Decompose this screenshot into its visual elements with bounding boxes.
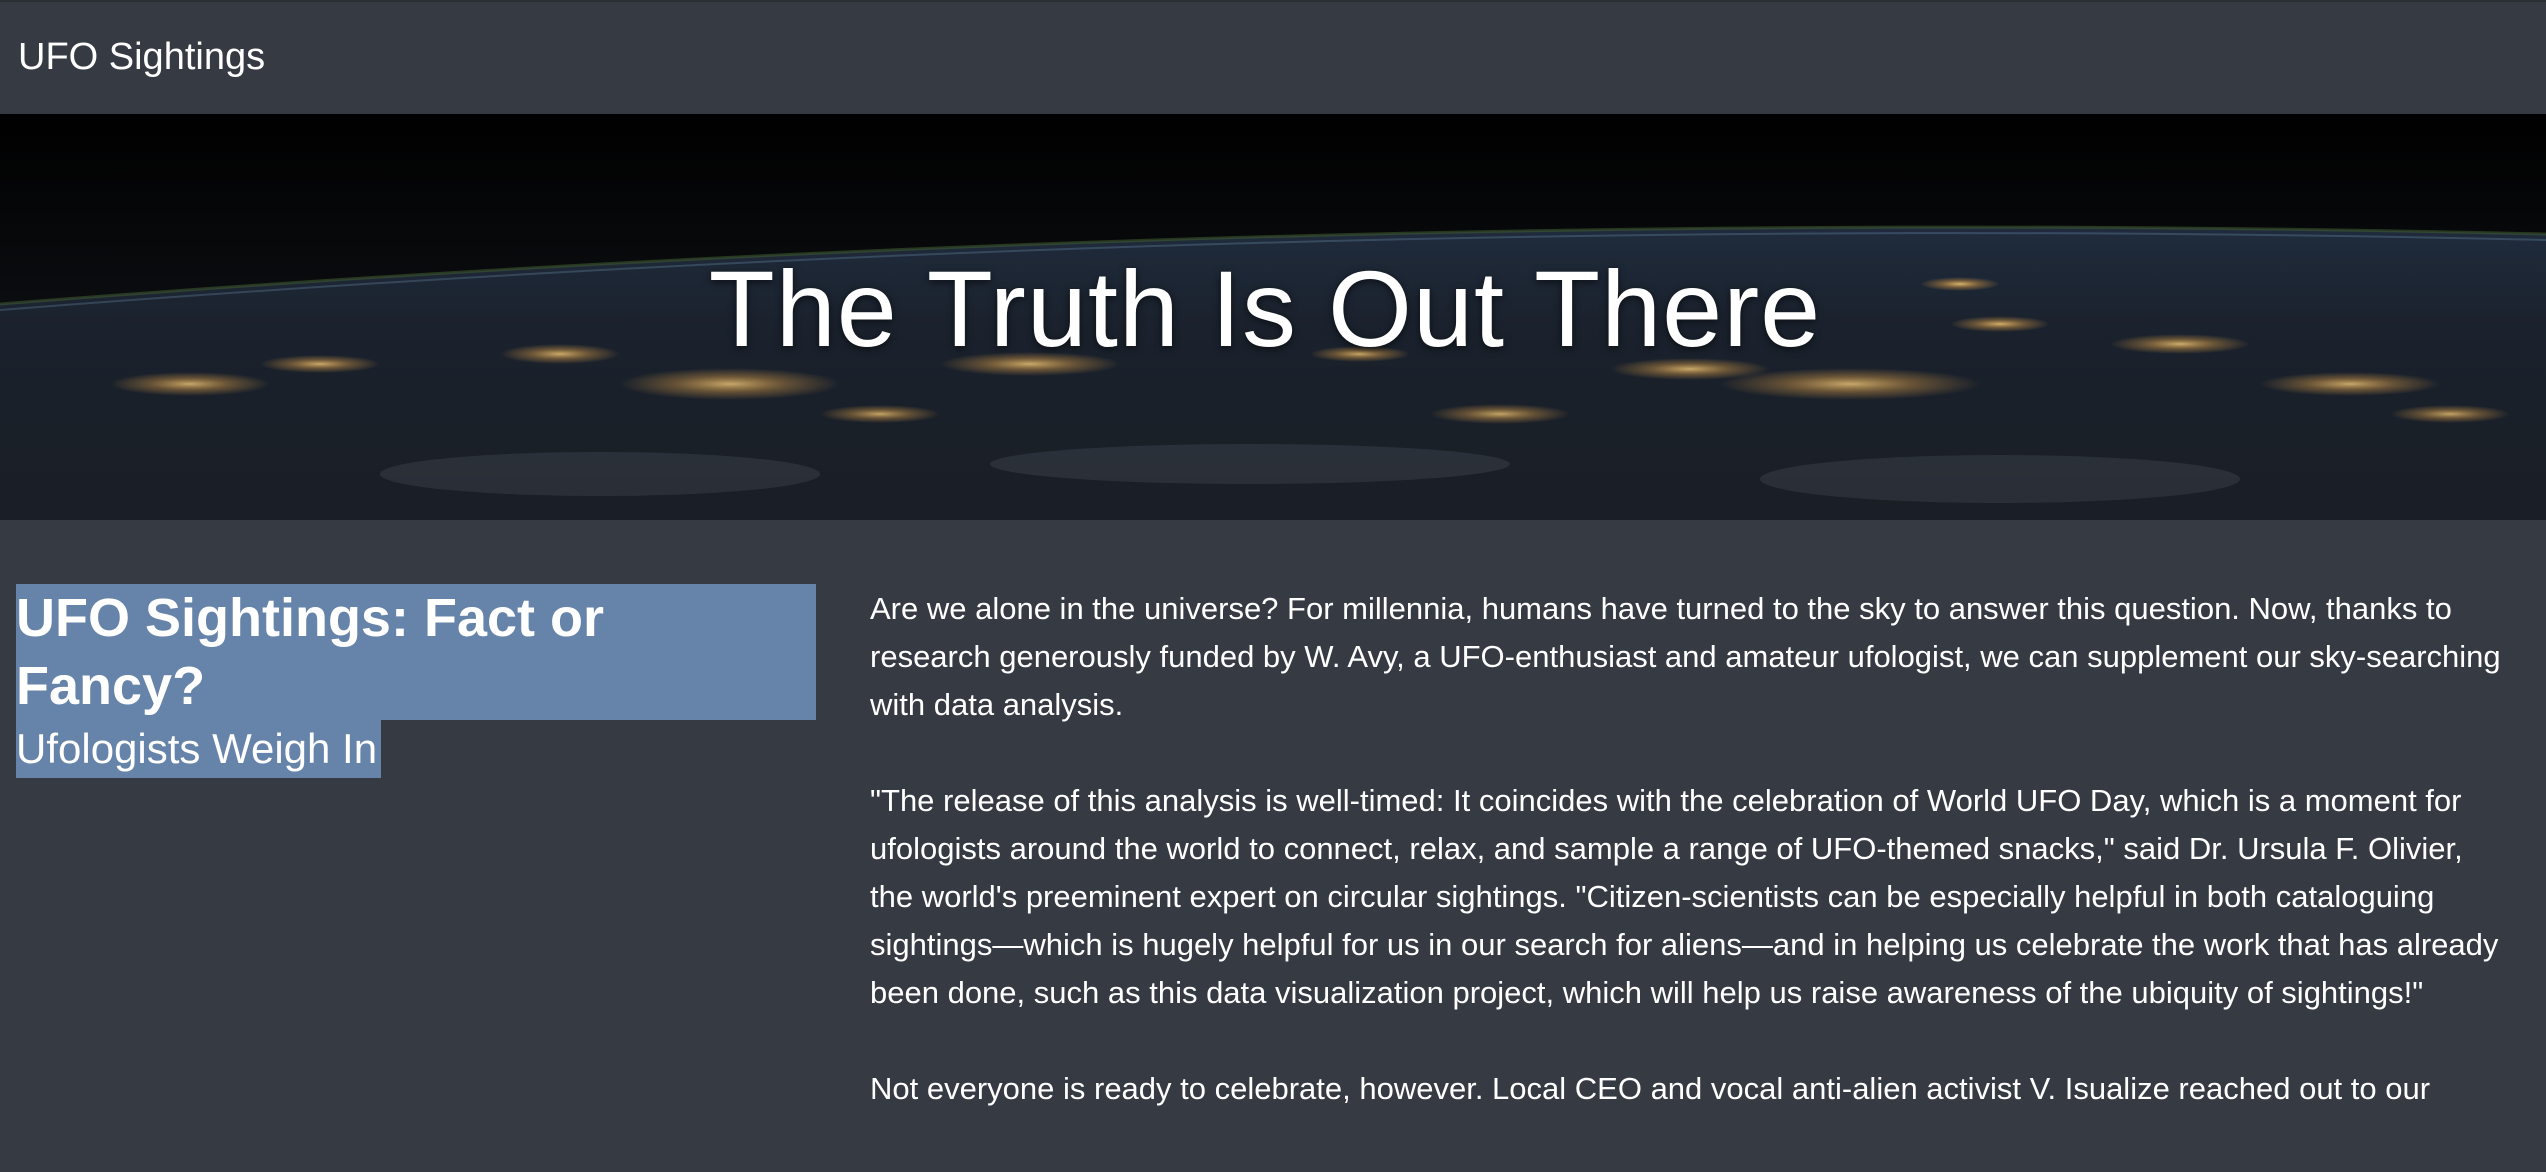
article-body: Are we alone in the universe? For millen… <box>870 585 2510 1161</box>
sidebar-headings: UFO Sightings: Fact or Fancy? Ufologists… <box>16 584 816 778</box>
navbar: UFO Sightings <box>0 0 2546 114</box>
article-paragraph: Not everyone is ready to celebrate, howe… <box>870 1071 2431 1106</box>
hero-banner: The Truth Is Out There <box>0 114 2546 520</box>
navbar-brand-link[interactable]: UFO Sightings <box>18 36 265 79</box>
article-paragraph: Are we alone in the universe? For millen… <box>870 591 2501 722</box>
article-headline: UFO Sightings: Fact or Fancy? <box>16 584 816 720</box>
hero-title: The Truth Is Out There <box>708 248 1822 369</box>
article-subheadline: Ufologists Weigh In <box>16 720 382 778</box>
article-paragraph: "The release of this analysis is well-ti… <box>870 783 2499 1010</box>
